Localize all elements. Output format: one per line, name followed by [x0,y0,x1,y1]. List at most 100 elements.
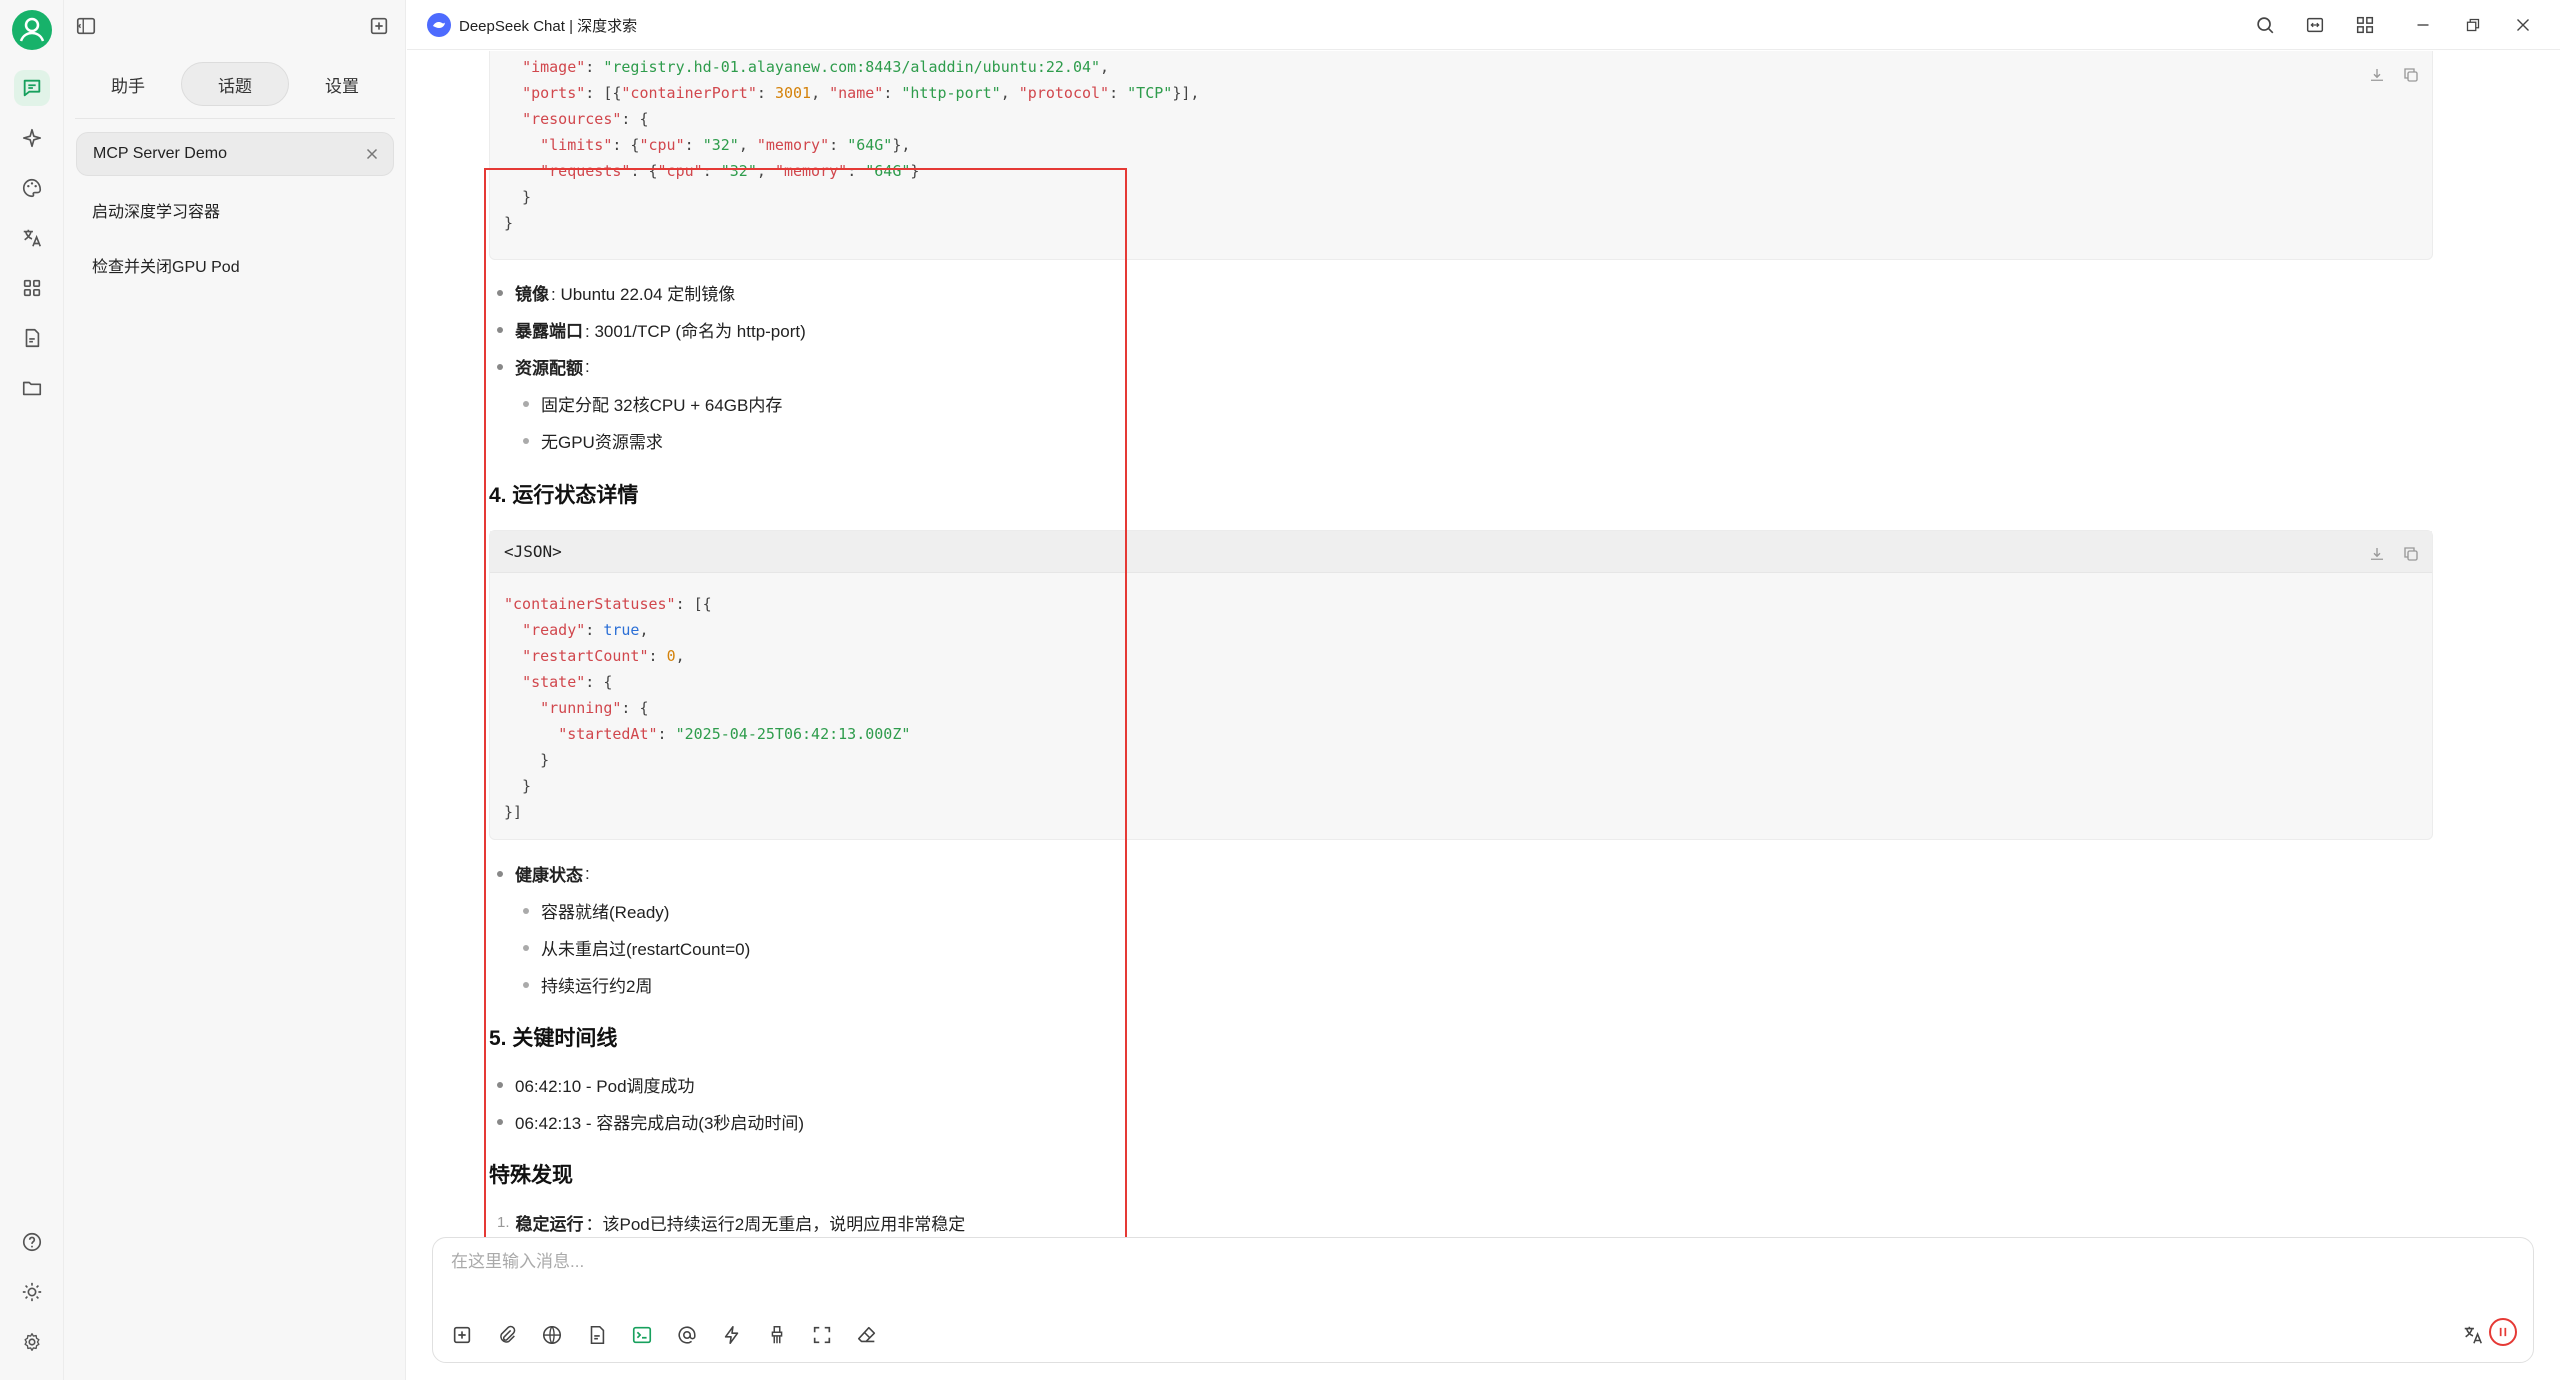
tab-assistant[interactable]: 助手 [75,62,181,106]
model-title[interactable]: DeepSeek Chat | 深度求索 [459,15,637,36]
paperclip-icon [500,1325,516,1343]
message-composer [432,1237,2534,1363]
topic-item[interactable]: 启动深度学习容器 [76,188,394,232]
search-button[interactable] [2252,12,2278,38]
new-topic-button[interactable] [365,12,393,40]
eraser-icon [857,1326,876,1343]
code-block: "name": "mcp-dev-container", "image": "r… [489,51,2433,260]
message-area: "name": "mcp-dev-container", "image": "r… [407,51,2560,1236]
lightning-icon [724,1325,739,1345]
user-avatar[interactable] [12,10,52,50]
clear-context-button[interactable] [764,1322,790,1348]
section-heading: 特殊发现 [489,1164,573,1187]
code-line: "containerStatuses": [{ [504,595,712,613]
code-line: } [504,188,532,206]
chat-header: DeepSeek Chat | 深度求索 [407,0,2560,50]
code-line: "startedAt": "2025-04-25T06:42:13.000Z" [558,725,911,743]
settings-button[interactable] [14,1324,50,1360]
agents-nav-button[interactable] [14,120,50,156]
chat-nav-button[interactable] [14,70,50,106]
sun-icon [22,1282,42,1302]
code-line: }] [504,803,523,821]
code-line: } [504,214,514,232]
code-line: "resources": { [522,110,649,128]
code-line: "restartCount": 0, [522,647,685,665]
section-heading: 4. 运行状态详情 [489,484,639,507]
files-nav-button[interactable] [14,320,50,356]
gear-icon [24,1333,40,1351]
document-icon [25,328,40,348]
new-chat-icon [370,17,388,35]
document-icon [590,1325,605,1345]
sidebar-divider [75,118,395,119]
app-launcher-button[interactable] [2352,12,2378,38]
grid-icon [23,279,41,297]
list-item: 固定分配 32核CPU + 64GB内存 [523,391,782,416]
list-item: 健康状态: [497,861,590,886]
web-search-button[interactable] [539,1322,565,1348]
code-line: } [504,751,550,769]
code-line: "requests": {"cpu": "32", "memory": "64G… [540,162,920,180]
topics-sidebar: 助手 话题 设置 MCP Server Demo 启动深度学习容器 检查并关闭G… [64,0,406,1380]
list-item: 无GPU资源需求 [523,428,663,453]
code-language-label: <JSON> [490,531,2432,573]
restore-button[interactable] [2460,12,2486,38]
mention-button[interactable] [674,1322,700,1348]
globe-icon [542,1325,562,1345]
sparkle-icon [22,128,42,148]
list-item: 暴露端口: 3001/TCP (命名为 http-port) [497,317,806,342]
code-line: "limits": {"cpu": "32", "memory": "64G"}… [540,136,911,154]
sidebar-tabs: 助手 话题 设置 [75,62,395,106]
new-topic-tool-button[interactable] [449,1322,475,1348]
topic-item[interactable]: 检查并关闭GPU Pod [76,243,394,287]
narrow-mode-button[interactable] [2302,12,2328,38]
list-item: 从未重启过(restartCount=0) [523,935,750,960]
code-toolbar [2368,545,2420,563]
code-line: "ports": [{"containerPort": 3001, "name"… [522,84,1200,102]
list-item: 1. 稳定运行 ：该Pod已持续运行2周无重启，说明应用非常稳定 [497,1214,966,1234]
download-icon[interactable] [2368,66,2386,84]
apps-nav-button[interactable] [14,270,50,306]
close-icon[interactable] [363,145,381,163]
mcp-server-button[interactable] [629,1322,655,1348]
deepseek-logo-icon [427,13,451,37]
translate-nav-button[interactable] [14,220,50,256]
close-window-button[interactable] [2510,12,2536,38]
pause-icon [2499,1327,2507,1337]
list-item: 镜像: Ubuntu 22.04 定制镜像 [497,280,735,305]
knowledge-button[interactable] [584,1322,610,1348]
copy-icon[interactable] [2402,66,2420,84]
help-button[interactable] [14,1224,50,1260]
fullscreen-button[interactable] [809,1322,835,1348]
collapse-sidebar-button[interactable] [72,12,100,40]
palette-icon [23,178,42,198]
close-icon [2517,19,2529,31]
translate-input-button[interactable] [2460,1322,2486,1348]
chat-icon [23,79,41,97]
terminal-icon [632,1326,652,1344]
user-icon [19,17,45,42]
topic-label: 启动深度学习容器 [92,204,221,221]
copy-icon[interactable] [2402,545,2420,563]
list-item: 06:42:13 - 容器完成启动(3秒启动时间) [497,1109,804,1134]
sidebar-toggle-icon [76,17,96,35]
quick-phrase-button[interactable] [719,1322,745,1348]
message-input[interactable] [451,1252,2051,1272]
code-line: "state": { [522,673,613,691]
list-item: 资源配额: [497,354,590,379]
folder-nav-button[interactable] [14,370,50,406]
help-icon [22,1232,42,1252]
theme-toggle-button[interactable] [14,1274,50,1310]
grid-icon [2356,16,2374,34]
minimize-button[interactable] [2410,12,2436,38]
stop-generating-button[interactable] [2489,1318,2517,1346]
tab-topics[interactable]: 话题 [181,62,289,106]
attach-button[interactable] [494,1322,520,1348]
clear-input-button[interactable] [854,1322,880,1348]
tab-settings[interactable]: 设置 [289,62,395,106]
topic-item-active[interactable]: MCP Server Demo [76,132,394,176]
code-toolbar [2368,66,2420,84]
download-icon[interactable] [2368,545,2386,563]
paint-nav-button[interactable] [14,170,50,206]
list-item: 06:42:10 - Pod调度成功 [497,1072,695,1097]
